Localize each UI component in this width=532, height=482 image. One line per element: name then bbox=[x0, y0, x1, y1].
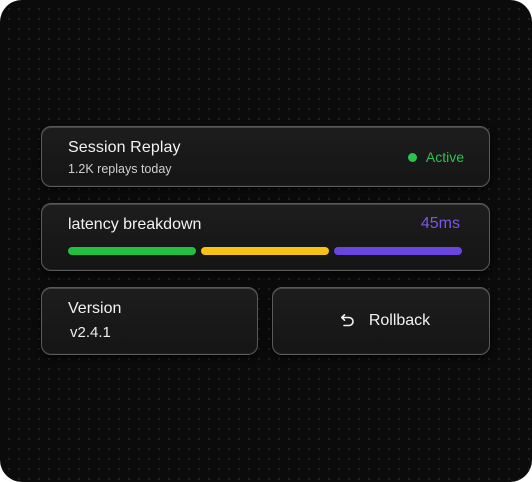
widget-panel: Session Replay 1.2K replays today Active… bbox=[0, 0, 532, 482]
session-replay-card[interactable]: Session Replay 1.2K replays today Active bbox=[41, 126, 490, 187]
status-label: Active bbox=[425, 149, 464, 165]
latency-breakdown-card: latency breakdown 45ms bbox=[41, 203, 490, 271]
rollback-button[interactable]: Rollback bbox=[272, 287, 490, 355]
status-dot-icon bbox=[407, 152, 417, 162]
latency-segment-2 bbox=[201, 247, 329, 255]
latency-value: 45ms bbox=[420, 215, 460, 232]
version-label: Version bbox=[68, 300, 122, 317]
status-badge: Active bbox=[407, 149, 464, 165]
session-replay-title: Session Replay bbox=[68, 139, 181, 156]
session-replay-subtitle: 1.2K replays today bbox=[68, 162, 172, 176]
undo-icon bbox=[338, 313, 356, 329]
version-card: Version v2.4.1 bbox=[41, 287, 258, 355]
rollback-label: Rollback bbox=[368, 312, 431, 329]
version-value: v2.4.1 bbox=[70, 324, 111, 341]
latency-bar bbox=[68, 247, 462, 255]
latency-segment-1 bbox=[68, 247, 196, 255]
latency-segment-3 bbox=[334, 247, 462, 255]
latency-title: latency breakdown bbox=[68, 216, 202, 233]
